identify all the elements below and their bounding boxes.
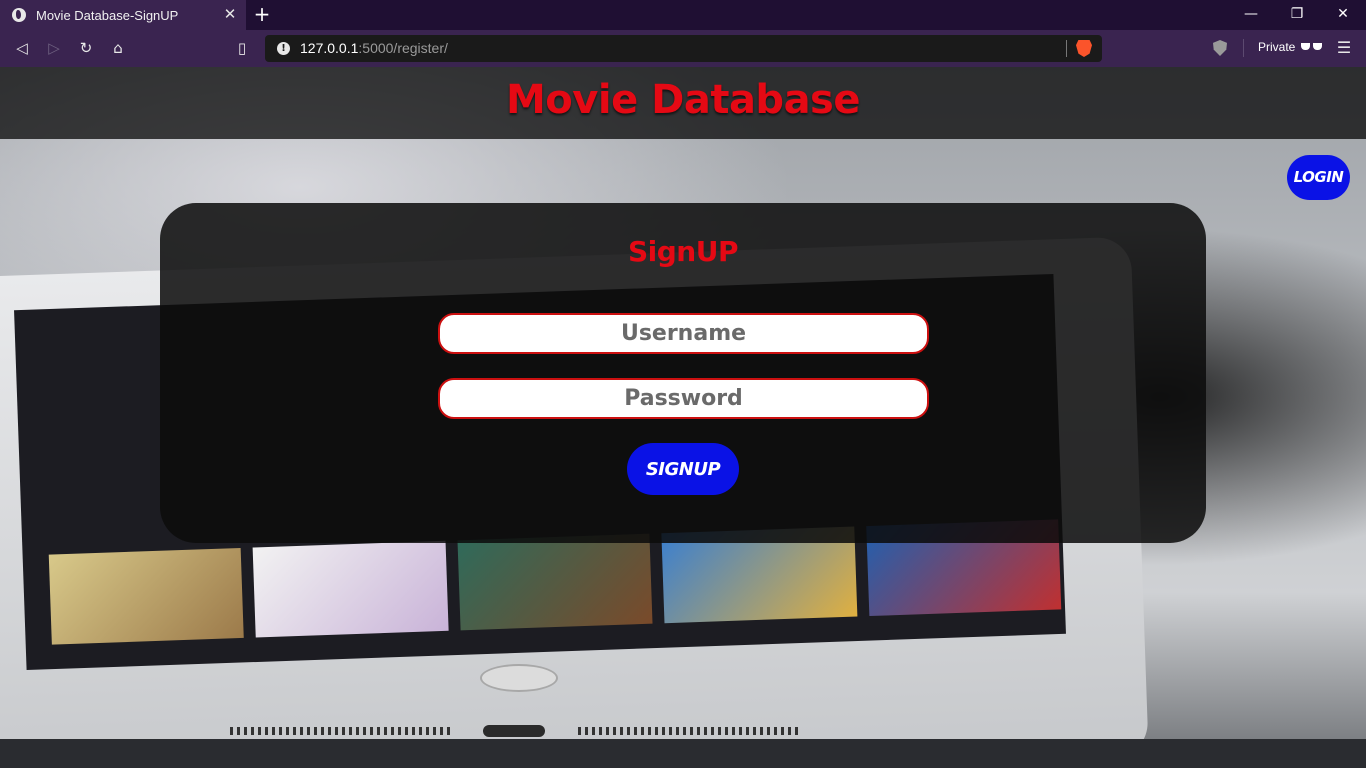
username-input[interactable] — [438, 313, 929, 354]
shield-icon[interactable] — [1213, 40, 1227, 56]
browser-tab[interactable]: Movie Database-SignUP ✕ — [0, 0, 246, 30]
url-divider — [1066, 40, 1067, 57]
signup-title: SignUP — [628, 235, 739, 268]
signup-button[interactable]: SIGNUP — [627, 443, 739, 495]
page-content: Movie Database LOGIN SignUP SIGNUP — [0, 67, 1366, 768]
url-host: 127.0.0.1 — [300, 40, 359, 56]
login-button[interactable]: LOGIN — [1287, 155, 1350, 200]
bookmark-icon[interactable]: ▯ — [232, 38, 252, 58]
browser-tabbar: Movie Database-SignUP ✕ + — ❐ ✕ — [0, 0, 1366, 30]
password-input[interactable] — [438, 378, 929, 419]
globe-icon — [12, 8, 26, 22]
home-icon[interactable]: ⌂ — [108, 38, 128, 58]
background-home-button — [480, 664, 558, 692]
close-window-icon[interactable]: ✕ — [1332, 4, 1354, 24]
site-title: Movie Database — [506, 77, 861, 123]
url-text[interactable]: 127.0.0.1:5000/register/ — [300, 40, 448, 56]
address-bar[interactable]: ! 127.0.0.1:5000/register/ — [265, 35, 1102, 62]
site-info-icon[interactable]: ! — [277, 42, 290, 55]
private-glasses-icon — [1301, 43, 1323, 53]
close-tab-icon[interactable]: ✕ — [222, 6, 238, 22]
background-port — [483, 725, 545, 737]
background-speaker — [578, 727, 800, 735]
tab-title: Movie Database-SignUP — [36, 7, 179, 23]
signup-panel: SignUP SIGNUP — [160, 203, 1206, 543]
minimize-icon[interactable]: — — [1240, 4, 1262, 24]
background-speaker — [230, 727, 450, 735]
url-path: :5000/register/ — [358, 40, 448, 56]
site-header: Movie Database — [0, 67, 1366, 139]
forward-icon[interactable]: ▷ — [44, 38, 64, 58]
toolbar-divider — [1243, 39, 1244, 57]
browser-toolbar: ◁ ▷ ↻ ⌂ ▯ ! 127.0.0.1:5000/register/ Pri… — [0, 30, 1366, 67]
private-label: Private — [1258, 40, 1296, 54]
background-desk — [0, 739, 1366, 768]
new-tab-icon[interactable]: + — [252, 4, 272, 24]
back-icon[interactable]: ◁ — [12, 38, 32, 58]
menu-icon[interactable]: ☰ — [1336, 39, 1352, 57]
brave-shields-icon[interactable] — [1076, 40, 1092, 57]
restore-icon[interactable]: ❐ — [1286, 4, 1308, 24]
reload-icon[interactable]: ↻ — [76, 38, 96, 58]
